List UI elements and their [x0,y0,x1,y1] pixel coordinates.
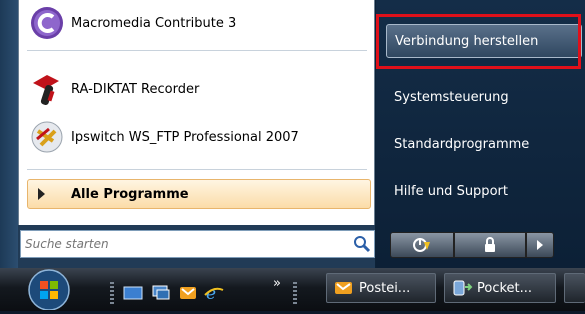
search-icon[interactable] [350,232,374,256]
menu-item-default-programs[interactable]: Standardprogramme [386,127,582,161]
start-menu: Macromedia Contribute 3 RA-DIKTAT Record… [0,0,585,268]
taskbar-button-pocket[interactable]: Pocket... [444,273,556,303]
outlook-icon[interactable] [177,284,199,302]
program-item-ra-diktat[interactable]: RA-DIKTAT Recorder [29,68,199,110]
windows-logo-icon [28,269,70,311]
power-buttons [390,232,554,260]
outlook-folder-icon [335,282,352,294]
taskbar-button-label: Postei... [359,280,411,296]
program-label: RA-DIKTAT Recorder [71,81,200,97]
shutdown-options-button[interactable] [526,232,554,258]
start-button[interactable] [22,268,76,311]
start-menu-left-edge [0,0,18,268]
show-desktop-icon[interactable] [122,284,144,302]
arrow-right-icon [537,240,543,250]
menu-item-label: Systemsteuerung [394,89,509,105]
search-area [18,225,375,268]
all-programs-label: Alle Programme [71,186,189,202]
menu-item-label: Hilfe und Support [394,183,508,199]
menu-item-help-support[interactable]: Hilfe und Support [386,174,582,208]
taskbar-button-label: Pocket... [477,280,533,296]
quick-launch-overflow[interactable]: » [273,276,281,291]
taskbar-grip[interactable] [110,282,114,304]
contribute-icon [29,5,65,41]
menu-item-control-panel[interactable]: Systemsteuerung [386,80,582,114]
right-pane: Verbindung herstellen Systemsteuerung St… [376,0,585,268]
search-box[interactable] [20,230,375,258]
power-icon [413,238,430,252]
arrow-right-icon [38,188,45,200]
dictation-recorder-icon [29,71,65,107]
program-item-ws-ftp[interactable]: Ipswitch WS_FTP Professional 2007 [29,116,299,158]
program-label: Ipswitch WS_FTP Professional 2007 [71,129,299,145]
divider [27,169,367,170]
lock-button[interactable] [454,232,526,258]
pocket-device-icon [453,280,473,296]
taskbar-button-partial[interactable] [564,273,585,303]
divider [27,50,367,51]
menu-item-label: Standardprogramme [394,136,530,152]
taskbar-button-postei[interactable]: Postei... [326,273,436,303]
power-button[interactable] [390,232,454,258]
lock-icon [485,237,495,252]
ftp-client-icon [29,119,65,155]
all-programs-button[interactable]: Alle Programme [27,179,371,209]
internet-explorer-icon[interactable]: e [203,284,225,304]
taskbar-grip[interactable] [293,282,297,304]
search-input[interactable] [21,236,350,252]
program-label: Macromedia Contribute 3 [71,15,237,31]
switch-windows-icon[interactable] [150,284,172,302]
program-item-contribute[interactable]: Macromedia Contribute 3 [29,2,236,44]
highlight-frame [376,14,581,69]
